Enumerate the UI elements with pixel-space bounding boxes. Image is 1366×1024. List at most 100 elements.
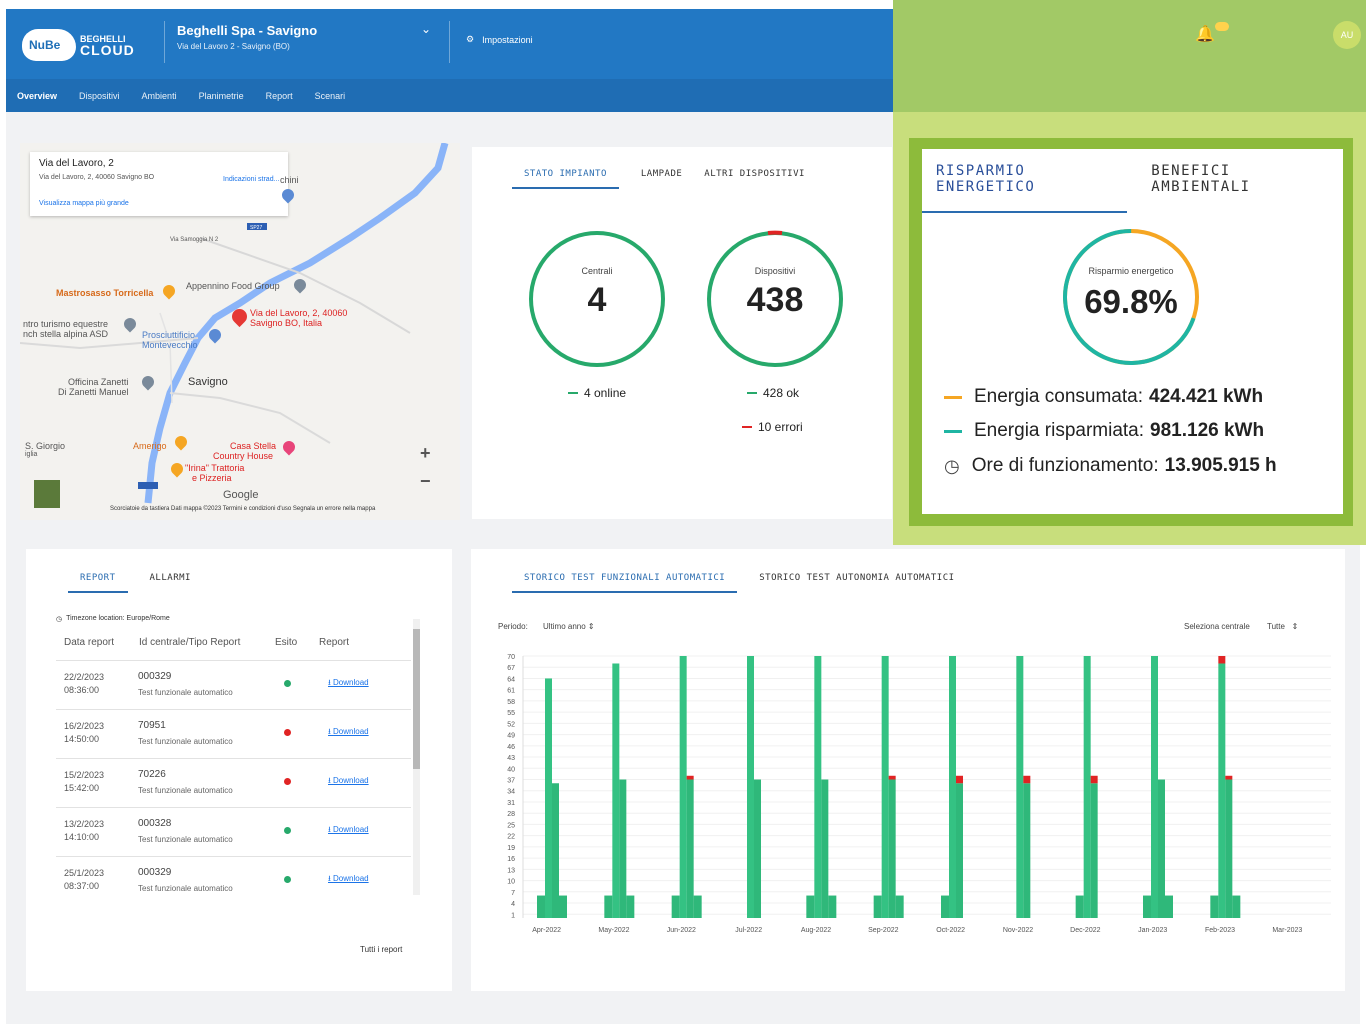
map-label: chini — [280, 175, 299, 185]
nav-report[interactable]: Report — [266, 91, 293, 101]
bar-ok — [1023, 783, 1031, 918]
nav-ambienti[interactable]: Ambienti — [142, 91, 177, 101]
centrali-label: Centrali — [581, 266, 613, 276]
x-tick-label: Jul-2022 — [735, 927, 762, 934]
row-date: 15/2/2023 15:42:00 — [64, 769, 104, 795]
x-tick-label: Nov-2022 — [1003, 927, 1033, 934]
zoom-in-button[interactable]: + — [420, 443, 431, 464]
tab-lampade[interactable]: LAMPADE — [641, 169, 682, 189]
download-link[interactable]: ⭳ Download — [328, 824, 369, 838]
y-tick-label: 10 — [507, 879, 515, 886]
bar-ok — [1165, 895, 1173, 918]
col-id-centrale[interactable]: Id centrale/Tipo Report — [139, 637, 240, 648]
tab-report[interactable]: REPORT — [68, 573, 128, 593]
online-text: 4 online — [584, 386, 627, 400]
map-footer[interactable]: Scorciatoie da tastiera Dati mappa ©2023… — [110, 506, 375, 512]
bar-ok — [828, 895, 837, 918]
status-error-dot — [284, 729, 291, 736]
bar-ok — [888, 779, 896, 918]
status-ok-dot — [284, 680, 291, 687]
centrale-select[interactable]: Tutte ⇕ — [1267, 622, 1298, 631]
bar-ok — [873, 895, 882, 918]
all-reports-link[interactable]: Tutti i report — [360, 945, 402, 954]
table-scrollbar[interactable] — [413, 619, 420, 895]
saved-label: Energia risparmiata: — [974, 420, 1145, 441]
site-name: Beghelli Spa - Savigno — [177, 23, 318, 38]
download-link[interactable]: ⭳ Download — [328, 677, 369, 691]
hours-label: Ore di funzionamento: — [971, 455, 1159, 476]
avatar[interactable]: AU — [1333, 21, 1361, 49]
settings-button[interactable]: ⚙ Impostazioni — [466, 34, 533, 45]
col-report[interactable]: Report — [319, 637, 349, 648]
col-esito[interactable]: Esito — [275, 637, 297, 648]
saved-row: Energia risparmiata: 981.126 kWh — [944, 420, 1264, 442]
clock-icon: ◷ — [944, 455, 960, 476]
directions-link[interactable]: Indicazioni strad... — [223, 176, 279, 183]
brand-logo[interactable]: NuBe BEGHELLI CLOUD — [22, 29, 135, 61]
y-tick-label: 22 — [507, 834, 515, 841]
bar-ok — [1158, 779, 1165, 918]
row-date: 25/1/2023 08:37:00 — [64, 867, 104, 893]
google-logo: Google — [223, 489, 259, 501]
zoom-out-button[interactable]: − — [420, 471, 431, 492]
bar-ok — [881, 656, 889, 918]
tab-storico-funzionali[interactable]: STORICO TEST FUNZIONALI AUTOMATICI — [512, 573, 738, 593]
nav-overview[interactable]: Overview — [17, 91, 57, 101]
gauge-label: Risparmio energetico — [1088, 266, 1174, 276]
download-link[interactable]: ⭳ Download — [328, 775, 369, 789]
map-card[interactable]: Via del Lavoro, 2 Via del Lavoro, 2, 400… — [20, 143, 460, 520]
row-type: Test funzionale automatico — [138, 786, 233, 795]
tab-stato-impianto[interactable]: STATO IMPIANTO — [512, 169, 619, 189]
row-type: Test funzionale automatico — [138, 737, 233, 746]
tab-altri-dispositivi[interactable]: ALTRI DISPOSITIVI — [704, 169, 805, 189]
bar-error — [686, 775, 694, 780]
row-id: 000328 — [138, 818, 172, 829]
x-tick-label: Feb-2023 — [1205, 927, 1235, 934]
nav-scenari[interactable]: Scenari — [315, 91, 346, 101]
site-selector[interactable]: Beghelli Spa - Savigno Via del Lavoro 2 … — [177, 23, 317, 51]
nav-planimetrie[interactable]: Planimetrie — [199, 91, 244, 101]
row-time-value: 14:10:00 — [64, 832, 100, 842]
scrollbar-thumb[interactable] — [413, 629, 420, 769]
bar-ok — [537, 895, 545, 918]
x-tick-label: May-2022 — [598, 927, 629, 934]
dispositivi-label: Dispositivi — [754, 266, 796, 276]
table-row: 25/1/2023 08:37:00 000329 Test funzionale… — [56, 856, 411, 905]
map-label: Officina Zanetti — [68, 377, 129, 387]
tab-benefici-ambientali[interactable]: BENEFICI AMBIENTALI — [1137, 163, 1333, 213]
pin-label: Savigno BO, Italia — [250, 318, 323, 328]
map-label: Via Samoggia N 2 — [170, 237, 219, 243]
chart-tabs: STORICO TEST FUNZIONALI AUTOMATICI STORI… — [512, 573, 977, 593]
row-id: 70951 — [138, 720, 166, 731]
period-label: Periodo: — [498, 622, 528, 631]
errori-dash-icon — [742, 426, 752, 428]
x-tick-label: Aug-2022 — [801, 927, 831, 934]
bar-ok — [619, 779, 627, 918]
row-time-value: 14:50:00 — [64, 734, 100, 744]
bell-icon[interactable]: 🔔 — [1195, 24, 1215, 44]
bar-error — [1218, 656, 1226, 664]
tab-risparmio-energetico[interactable]: RISPARMIO ENERGETICO — [922, 163, 1128, 213]
timezone-row: ◷ Timezone location: Europe/Rome — [56, 615, 170, 623]
map-label: S. Giorgio — [25, 441, 66, 451]
main-nav: Overview Dispositivi Ambienti Planimetri… — [6, 79, 893, 112]
tab-allarmi[interactable]: ALLARMI — [150, 573, 191, 593]
gear-icon: ⚙ — [466, 34, 475, 44]
larger-map-link[interactable]: Visualizza mappa più grande — [39, 200, 129, 207]
download-link[interactable]: ⭳ Download — [328, 873, 369, 887]
y-tick-label: 46 — [507, 744, 515, 751]
y-tick-label: 13 — [507, 867, 515, 874]
period-select[interactable]: Ultimo anno ⇕ — [543, 622, 595, 631]
table-row: 16/2/2023 14:50:00 70951 Test funzionale … — [56, 709, 411, 758]
x-tick-label: Oct-2022 — [936, 927, 965, 934]
download-link[interactable]: ⭳ Download — [328, 726, 369, 740]
report-card: REPORT ALLARMI ◷ Timezone location: Euro… — [26, 549, 452, 991]
x-tick-label: Jun-2022 — [667, 927, 696, 934]
col-data-report[interactable]: Data report — [64, 637, 114, 648]
map-label: ntro turismo equestre — [23, 319, 109, 329]
timezone-text: Timezone location: Europe/Rome — [66, 615, 170, 622]
nav-dispositivi[interactable]: Dispositivi — [79, 91, 120, 101]
chevron-down-icon[interactable]: ⌄ — [421, 22, 431, 36]
tab-storico-autonomia[interactable]: STORICO TEST AUTONOMIA AUTOMATICI — [759, 573, 954, 593]
map-label: Casa Stella — [230, 441, 277, 451]
